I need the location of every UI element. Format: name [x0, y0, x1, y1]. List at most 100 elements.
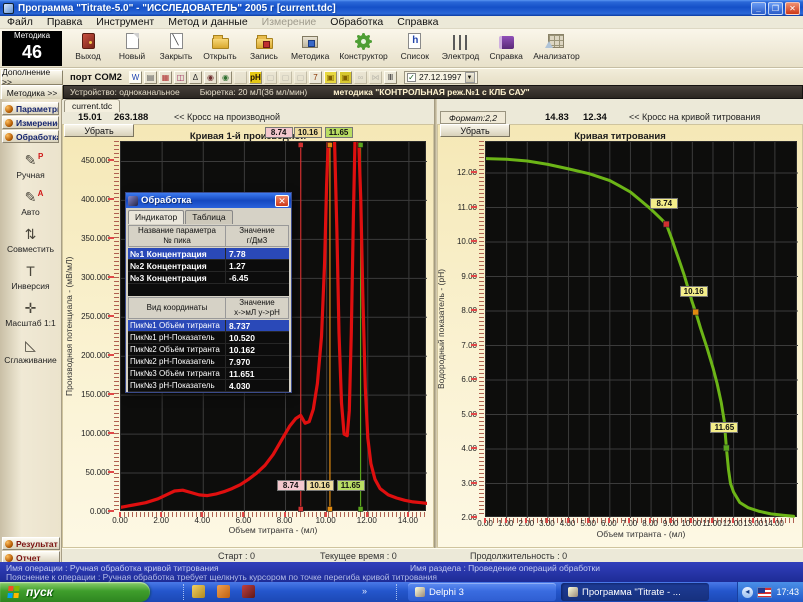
dialog-close-icon[interactable]: ✕	[275, 195, 289, 207]
tray-clock: 17:43	[776, 587, 799, 597]
y-tick-label: 150.000	[70, 390, 110, 399]
table-row[interactable]: №3 Концентрация -6.45	[128, 272, 289, 284]
marker-badge: 10.16	[680, 286, 708, 297]
x-tick-label: 0.00	[105, 516, 135, 525]
y-tick-label: 100.000	[70, 429, 110, 438]
task-delphi-icon	[415, 587, 425, 597]
y-tick-label: 200.000	[70, 351, 110, 360]
y-tick-mark	[108, 276, 114, 278]
task-titrate-icon	[568, 587, 578, 597]
y-tick-label: 250.000	[70, 312, 110, 321]
y-tick-label: 0.000	[70, 507, 110, 516]
x-tick-mark	[484, 518, 486, 523]
x-tick-mark	[567, 518, 569, 523]
y-tick-mark	[471, 413, 477, 415]
titration-chart-plot[interactable]	[485, 141, 797, 517]
keyboard-layout-flag-icon[interactable]	[757, 587, 773, 598]
table-row[interactable]: №2 Концентрация 1.27	[128, 260, 289, 272]
x-tick-mark	[366, 512, 368, 517]
processing-dialog: Обработка ✕ Индикатор Таблица Название п…	[125, 192, 292, 393]
task-delphi[interactable]: Delphi 3	[408, 583, 556, 601]
x-tick-mark	[160, 512, 162, 517]
x-tick-mark	[546, 518, 548, 523]
x-tick-label: 12.00	[352, 516, 382, 525]
y-tick-mark	[108, 432, 114, 434]
y-tick-mark	[471, 516, 477, 518]
y-tick-mark	[108, 510, 114, 512]
y-tick-mark	[108, 198, 114, 200]
y-tick-label: 400.000	[70, 195, 110, 204]
x-tick-mark	[711, 518, 713, 523]
dialog-title-bar[interactable]: Обработка ✕	[126, 193, 291, 208]
taskbar: пуск » Delphi 3Программа "Titrate - ... …	[0, 582, 803, 602]
empty-row	[128, 284, 289, 296]
taskbar-separator	[183, 584, 184, 600]
y-tick-label: 450.000	[70, 156, 110, 165]
marker-badge: 11.65	[710, 422, 738, 433]
quick-launch-overflow-icon[interactable]: »	[362, 586, 367, 596]
table-row[interactable]: Пик№2 pH-Показатель 7.970	[128, 356, 289, 368]
y-tick-mark	[108, 237, 114, 239]
x-tick-mark	[752, 518, 754, 523]
x-tick-mark	[201, 512, 203, 517]
x-tick-mark	[284, 512, 286, 517]
marker-badge: 8.74	[265, 127, 293, 138]
remove-button-left[interactable]: Убрать	[64, 124, 134, 137]
x-tick-mark	[670, 518, 672, 523]
quick-launch-icon-3[interactable]	[242, 585, 255, 598]
chart-layer: 0.002.004.006.008.0010.0012.0014.000.000…	[0, 0, 803, 602]
x-tick-mark	[732, 518, 734, 523]
task-titrate[interactable]: Программа "Titrate - ...	[561, 583, 709, 601]
quick-launch-icon-1[interactable]	[192, 585, 205, 598]
marker-badge: 11.65	[325, 127, 353, 138]
table-row[interactable]: Пик№3 pH-Показатель 4.030	[128, 380, 289, 392]
x-tick-mark	[325, 512, 327, 517]
col-value: Значение	[226, 226, 288, 236]
dialog-tabs: Индикатор Таблица	[126, 208, 291, 224]
x-tick-mark	[773, 518, 775, 523]
table-row[interactable]: Пик№2 Объём титранта 10.162	[128, 344, 289, 356]
marker-badge: 8.74	[277, 480, 305, 491]
y-tick-mark	[471, 309, 477, 311]
y-tick-label: 50.000	[70, 468, 110, 477]
task-titrate-label: Программа "Titrate - ...	[582, 587, 681, 598]
marker-badge: 10.16	[306, 480, 334, 491]
x-tick-mark	[608, 518, 610, 523]
table-row[interactable]: Пик№3 Объём титранта 11.651	[128, 368, 289, 380]
dialog-title: Обработка	[141, 195, 272, 206]
marker-badge: 11.65	[337, 480, 365, 491]
x-tick-label: 14.00	[393, 516, 423, 525]
y-tick-mark	[471, 206, 477, 208]
marker-badge: 8.74	[650, 198, 678, 209]
y-tick-mark	[471, 378, 477, 380]
x-tick-mark	[242, 512, 244, 517]
y-tick-label: 350.000	[70, 234, 110, 243]
y-tick-mark	[471, 447, 477, 449]
col-units2: x->мЛ y->pH	[226, 308, 288, 318]
table-row[interactable]: Пик№1 pH-Показатель 10.520	[128, 332, 289, 344]
task-buttons: Delphi 3 Программа "Titrate - ...	[408, 583, 709, 601]
tab-indicator[interactable]: Индикатор	[128, 210, 184, 224]
col-value2: Значение	[226, 298, 288, 308]
x-tick-mark	[407, 512, 409, 517]
x-tick-mark	[690, 518, 692, 523]
table-row[interactable]: №1 Концентрация 7.78	[128, 248, 289, 260]
table-row[interactable]: Пик№1 Объём титранта 8.737	[128, 320, 289, 332]
y-tick-mark	[471, 171, 477, 173]
col-parameter-name: Название параметра	[129, 226, 225, 236]
taskbar-separator-2	[396, 584, 397, 600]
x-tick-mark	[587, 518, 589, 523]
tab-table[interactable]: Таблица	[185, 210, 232, 224]
tray-collapse-icon[interactable]: ◂	[742, 587, 753, 598]
y-tick-mark	[108, 471, 114, 473]
x-tick-mark	[628, 518, 630, 523]
start-button[interactable]: пуск	[0, 582, 150, 602]
x-tick-mark	[525, 518, 527, 523]
remove-button-right[interactable]: Убрать	[440, 124, 510, 137]
quick-launch-icon-2[interactable]	[217, 585, 230, 598]
y-tick-mark	[471, 240, 477, 242]
coordinates-table-header: Вид координаты Значение x->мЛ y->pH	[128, 297, 289, 319]
col-peak-number: № пика	[129, 236, 225, 246]
y-tick-label: 300.000	[70, 273, 110, 282]
x-tick-mark	[505, 518, 507, 523]
